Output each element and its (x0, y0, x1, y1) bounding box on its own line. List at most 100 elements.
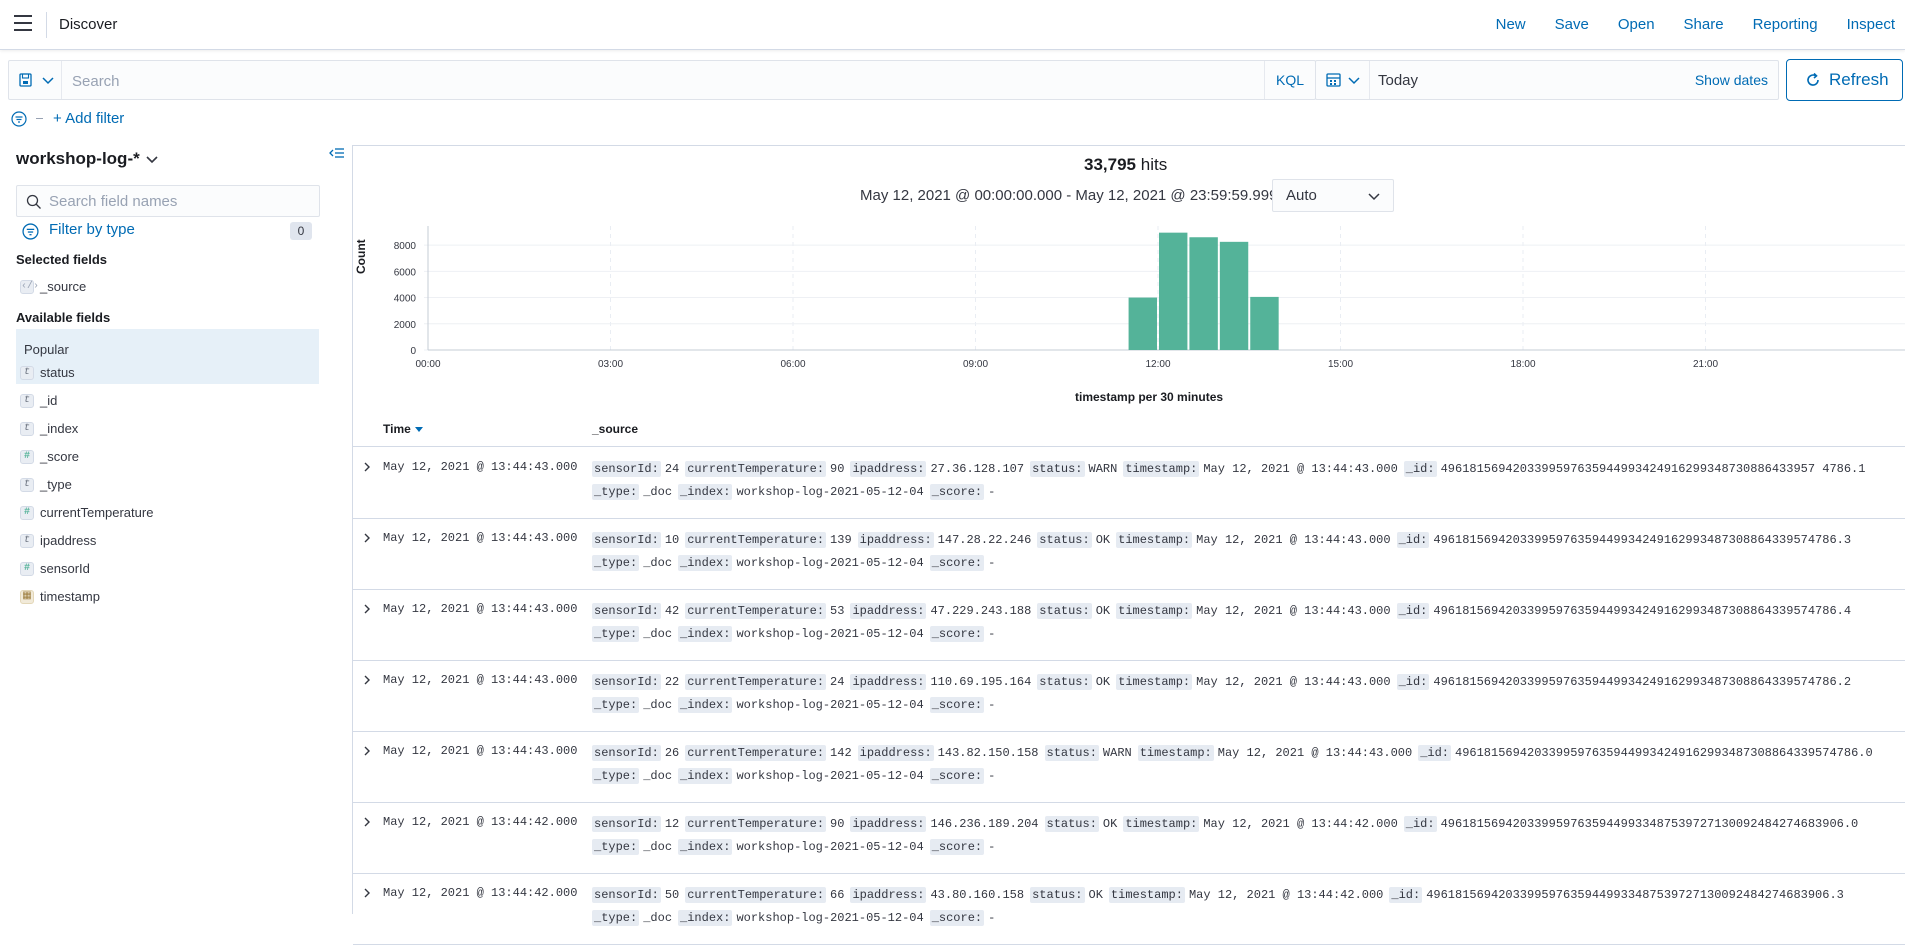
source-key: status: (1044, 745, 1099, 761)
share-link[interactable]: Share (1684, 16, 1724, 33)
index-pattern-selector[interactable]: workshop-log-* (16, 149, 140, 169)
source-value: workshop-log-2021-05-12-04 (736, 840, 924, 854)
x-tick-label: 21:00 (1693, 359, 1718, 370)
histogram-bar (1219, 241, 1249, 350)
source-value: 4961815694203399597635944993424916299348… (1440, 462, 1866, 476)
field-item-sensor-id[interactable]: # sensorId (20, 560, 320, 580)
field-search-input[interactable] (47, 192, 311, 211)
source-key: timestamp: (1108, 887, 1185, 903)
row-time: May 12, 2021 @ 13:44:43.000 (383, 673, 578, 687)
row-time: May 12, 2021 @ 13:44:42.000 (383, 815, 578, 829)
x-tick-label: 06:00 (780, 359, 805, 370)
histogram-bar (1159, 232, 1188, 350)
source-value: workshop-log-2021-05-12-04 (736, 911, 924, 925)
source-key: sensorId: (592, 816, 661, 832)
quick-date-menu-button[interactable] (1316, 61, 1370, 99)
chart-x-axis-label: timestamp per 30 minutes (1075, 390, 1224, 404)
histogram-chart: 00:00 03:00 06:00 09:00 12:00 15:00 18:00 21:00… (352, 220, 1905, 410)
source-key: _score: (929, 768, 985, 784)
histogram-time-range: May 12, 2021 @ 00:00:00.000 - May 12, 20… (860, 187, 1278, 204)
field-item-current-temperature[interactable]: # currentTemperature (20, 504, 320, 524)
source-value: - (988, 627, 996, 641)
table-row: May 12, 2021 @ 13:44:43.000 sensorId: 42 cu… (353, 589, 1905, 661)
field-item-type[interactable]: t _type (20, 476, 320, 496)
expand-row-icon[interactable] (361, 887, 373, 899)
source-value: 26 (664, 746, 680, 760)
source-value: 47.229.243.188 (930, 604, 1032, 618)
source-value: _doc (643, 840, 673, 854)
histogram-bar (1128, 297, 1157, 350)
kql-language-button[interactable]: KQL (1264, 61, 1315, 99)
source-key: ipaddress: (850, 887, 927, 903)
expand-row-icon[interactable] (361, 674, 373, 686)
expand-row-icon[interactable] (361, 461, 373, 473)
document-table-header (353, 414, 1905, 447)
field-item-index[interactable]: t _index (20, 420, 320, 440)
save-link[interactable]: Save (1555, 16, 1589, 33)
field-item-timestamp[interactable]: ▦ timestamp (20, 588, 320, 608)
source-line: sensorId: 50 currentTemperature: 66 ipaddres… (592, 884, 1902, 907)
chart-y-axis-label: Count (354, 239, 368, 274)
source-value: WARN (1088, 462, 1118, 476)
source-value: 4961815694203399597635944993424916299348… (1455, 746, 1873, 760)
sort-down-icon[interactable] (414, 427, 423, 433)
string-field-icon: t (20, 478, 34, 492)
interval-value: Auto (1286, 187, 1317, 204)
expand-row-icon[interactable] (361, 532, 373, 544)
source-key: sensorId: (592, 603, 661, 619)
expand-row-icon[interactable] (361, 745, 373, 757)
source-key: _id: (1403, 816, 1437, 832)
table-row: May 12, 2021 @ 13:44:43.000 sensorId: 22 cu… (353, 660, 1905, 732)
menu-icon[interactable] (14, 15, 32, 31)
source-value: May 12, 2021 @ 13:44:42.000 (1188, 888, 1384, 902)
expand-row-icon[interactable] (361, 816, 373, 828)
collapse-sidebar-icon[interactable] (329, 146, 345, 160)
row-source: sensorId: 42 currentTemperature: 53 ipaddres… (592, 600, 1902, 646)
source-key: _score: (929, 839, 985, 855)
source-value: 10 (664, 533, 680, 547)
new-link[interactable]: New (1496, 16, 1526, 33)
source-key: sensorId: (592, 674, 661, 690)
saved-query-button[interactable] (9, 61, 62, 99)
time-column-header[interactable]: Time (383, 422, 423, 436)
source-key: timestamp: (1116, 603, 1193, 619)
source-value: 24 (830, 675, 845, 689)
field-item-source[interactable]: ‹/› _source (20, 278, 320, 298)
expand-row-icon[interactable] (361, 603, 373, 615)
field-name: _id (40, 393, 58, 408)
source-value: 143.82.150.158 (937, 746, 1039, 760)
filter-menu-icon[interactable] (11, 111, 27, 127)
reporting-link[interactable]: Reporting (1753, 16, 1818, 33)
open-link[interactable]: Open (1618, 16, 1655, 33)
field-item-ipaddress[interactable]: t ipaddress (20, 532, 320, 552)
inspect-link[interactable]: Inspect (1847, 16, 1895, 33)
app-title: Discover (59, 16, 118, 33)
field-item-status[interactable]: t status (20, 364, 320, 384)
field-item-id[interactable]: t _id (20, 392, 320, 412)
field-item-score[interactable]: # _score (20, 448, 320, 468)
source-column-header: _source (592, 422, 639, 436)
source-line: sensorId: 10 currentTemperature: 139 ipaddre… (592, 529, 1902, 552)
filter-separator (36, 118, 43, 119)
source-key: _index: (678, 697, 733, 713)
source-line: _type: _doc _index: workshop-log-2021-05-12… (592, 836, 1902, 859)
source-value: 42 (664, 604, 680, 618)
refresh-button[interactable]: Refresh (1786, 59, 1903, 101)
source-value: May 12, 2021 @ 13:44:43.000 (1196, 533, 1391, 547)
interval-select[interactable]: Auto (1272, 179, 1394, 212)
chevron-down-icon[interactable] (145, 155, 159, 165)
source-value: 22 (664, 675, 680, 689)
search-input[interactable] (70, 69, 1264, 93)
field-name: status (40, 365, 75, 380)
date-range-value[interactable]: Today (1378, 72, 1418, 89)
source-key: currentTemperature: (685, 603, 827, 619)
source-value: 142 (830, 746, 852, 760)
field-search-box (16, 185, 320, 217)
add-filter-button[interactable]: + Add filter (53, 110, 124, 127)
source-value: _doc (643, 627, 673, 641)
y-tick-label: 6000 (394, 267, 417, 278)
source-key: currentTemperature: (685, 674, 827, 690)
source-key: _index: (678, 910, 733, 926)
show-dates-link[interactable]: Show dates (1695, 72, 1768, 88)
source-value: workshop-log-2021-05-12-04 (736, 627, 924, 641)
